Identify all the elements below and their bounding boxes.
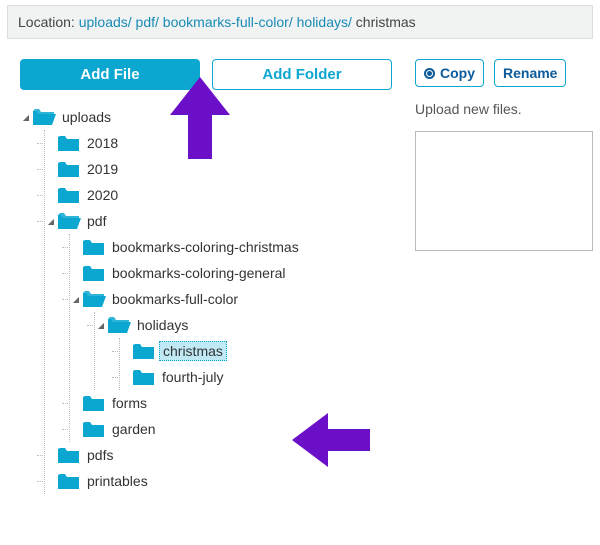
folder-icon	[57, 134, 81, 152]
tree-node-2019[interactable]: 2019	[45, 156, 415, 182]
folder-icon	[57, 446, 81, 464]
tree-node-pdfs[interactable]: pdfs	[45, 442, 415, 468]
tree-node-label[interactable]: pdfs	[84, 446, 116, 464]
breadcrumb-link[interactable]: bookmarks-full-color	[163, 14, 289, 30]
tree-node-label[interactable]: bookmarks-coloring-christmas	[109, 238, 302, 256]
collapse-icon[interactable]: ◢	[70, 295, 82, 304]
rename-button[interactable]: Rename	[494, 59, 566, 87]
tree-node-label[interactable]: 2020	[84, 186, 121, 204]
add-file-button[interactable]: Add File	[20, 59, 200, 90]
tree-node-label[interactable]: fourth-july	[159, 368, 226, 386]
collapse-icon[interactable]: ◢	[45, 217, 57, 226]
folder-open-icon	[32, 108, 56, 126]
collapse-icon[interactable]: ◢	[20, 113, 32, 122]
tree-node-label[interactable]: bookmarks-coloring-general	[109, 264, 289, 282]
tree-node-label[interactable]: christmas	[159, 341, 227, 361]
folder-icon	[82, 394, 106, 412]
folder-icon	[82, 264, 106, 282]
tree-node-forms[interactable]: forms	[70, 390, 415, 416]
toolbar-left: Add File Add Folder	[20, 59, 415, 90]
tree-node-label[interactable]: forms	[109, 394, 150, 412]
folder-icon	[82, 420, 106, 438]
tree-node-fourth-july[interactable]: fourth-july	[120, 364, 415, 390]
tree-node-bookmarks-coloring-general[interactable]: bookmarks-coloring-general	[70, 260, 415, 286]
breadcrumb: Location: uploads/ pdf/ bookmarks-full-c…	[7, 5, 593, 39]
tree-node-2018[interactable]: 2018	[45, 130, 415, 156]
upload-dropzone[interactable]	[415, 131, 593, 251]
breadcrumb-sep: /	[289, 14, 293, 30]
folder-icon	[132, 342, 156, 360]
tree-node-holidays[interactable]: ◢ holidays	[95, 312, 415, 338]
rename-label: Rename	[503, 65, 557, 81]
tree-node-label[interactable]: garden	[109, 420, 159, 438]
tree-node-label[interactable]: 2019	[84, 160, 121, 178]
breadcrumb-sep: /	[155, 14, 159, 30]
folder-icon	[57, 472, 81, 490]
tree-node-christmas[interactable]: christmas	[120, 338, 415, 364]
tree-node-bookmarks-coloring-christmas[interactable]: bookmarks-coloring-christmas	[70, 234, 415, 260]
breadcrumb-current: christmas	[356, 14, 416, 30]
tree-node-bookmarks-full-color[interactable]: ◢ bookmarks-full-color	[70, 286, 415, 312]
folder-icon	[82, 238, 106, 256]
tree-node-label[interactable]: bookmarks-full-color	[109, 290, 241, 308]
tree-node-label[interactable]: pdf	[84, 212, 109, 230]
breadcrumb-link[interactable]: holidays	[297, 14, 348, 30]
breadcrumb-link[interactable]: uploads	[79, 14, 128, 30]
tree-node-label[interactable]: holidays	[134, 316, 191, 334]
tree-node-label[interactable]: uploads	[59, 108, 114, 126]
radio-dot-icon	[424, 68, 435, 79]
add-folder-button[interactable]: Add Folder	[212, 59, 392, 90]
breadcrumb-link[interactable]: pdf	[136, 14, 155, 30]
folder-open-icon	[57, 212, 81, 230]
folder-icon	[57, 160, 81, 178]
folder-icon	[132, 368, 156, 386]
tree-node-uploads[interactable]: ◢ uploads	[20, 104, 415, 130]
tree-node-2020[interactable]: 2020	[45, 182, 415, 208]
tree-node-pdf[interactable]: ◢ pdf	[45, 208, 415, 234]
folder-open-icon	[107, 316, 131, 334]
upload-title: Upload new files.	[415, 101, 593, 117]
copy-button[interactable]: Copy	[415, 59, 484, 87]
collapse-icon[interactable]: ◢	[95, 321, 107, 330]
breadcrumb-label: Location:	[18, 14, 75, 30]
breadcrumb-sep: /	[348, 14, 352, 30]
tree-node-label[interactable]: 2018	[84, 134, 121, 152]
tree-node-printables[interactable]: printables	[45, 468, 415, 494]
folder-icon	[57, 186, 81, 204]
tree-node-label[interactable]: printables	[84, 472, 151, 490]
folder-open-icon	[82, 290, 106, 308]
toolbar-right: Copy Rename	[415, 59, 593, 87]
breadcrumb-sep: /	[128, 14, 132, 30]
folder-tree: ◢uploads201820192020◢pdfbookmarks-colori…	[20, 104, 415, 494]
tree-node-garden[interactable]: garden	[70, 416, 415, 442]
copy-label: Copy	[440, 65, 475, 81]
